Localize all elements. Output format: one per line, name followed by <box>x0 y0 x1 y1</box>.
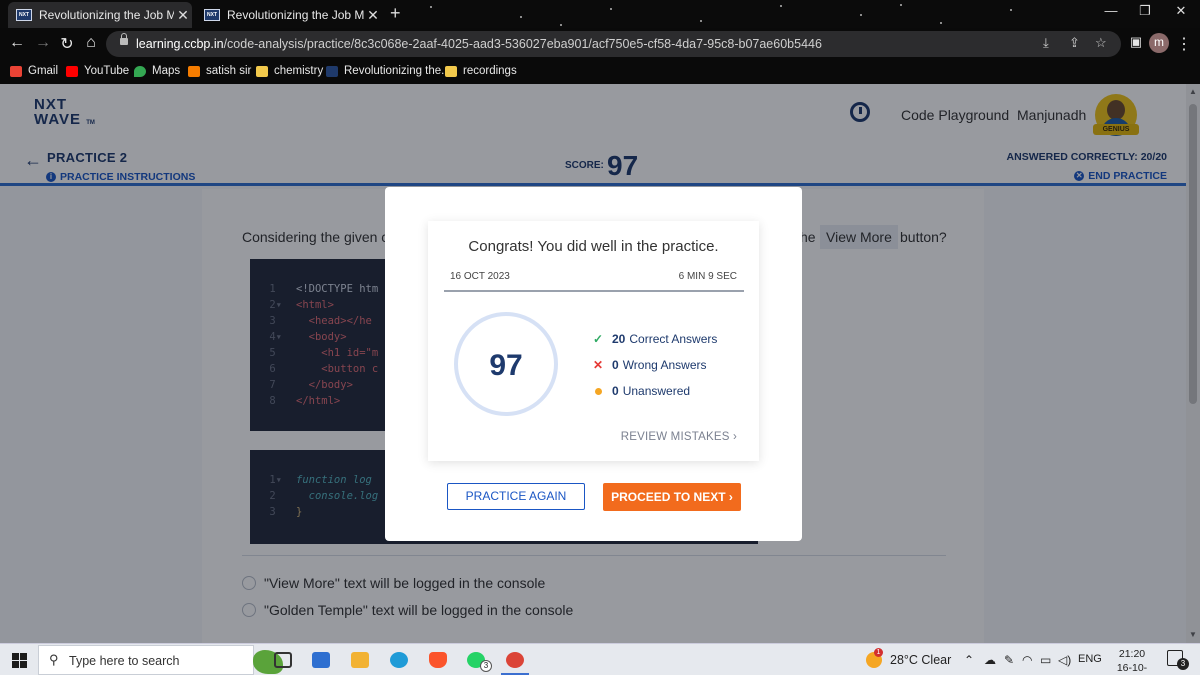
bookmark-recordings[interactable]: recordings <box>445 65 517 77</box>
taskbar-search-input[interactable]: ⚲ Type here to search <box>38 645 283 675</box>
unanswered-stat: 0 Unanswered <box>592 384 690 398</box>
chrome-icon[interactable] <box>506 652 524 668</box>
home-icon[interactable]: ⌂ <box>79 34 103 52</box>
score-ring: 97 <box>454 312 558 416</box>
cross-icon: ✕ <box>592 358 604 372</box>
new-tab-button[interactable]: + <box>390 3 401 24</box>
task-view-icon[interactable] <box>274 652 292 668</box>
tray-chevron-icon[interactable]: ⌃ <box>964 653 974 667</box>
nxtwave-favicon: NXT <box>16 9 32 21</box>
practice-again-button[interactable]: PRACTICE AGAIN <box>447 483 585 510</box>
bookmarks-bar: Gmail YouTube Maps satish sir chemistry … <box>0 60 1200 84</box>
browser-tab[interactable]: NXT Revolutionizing the Job Market ✕ <box>196 2 382 28</box>
results-card: Congrats! You did well in the practice. … <box>428 221 759 461</box>
chevron-right-icon: › <box>732 431 737 443</box>
windows-start-icon[interactable] <box>12 653 27 668</box>
file-explorer-icon[interactable] <box>351 652 369 668</box>
browser-tab-active[interactable]: NXT Revolutionizing the Job Market ✕ <box>8 2 192 28</box>
divider <box>444 290 744 292</box>
chevron-right-icon: › <box>728 490 733 504</box>
maps-icon <box>134 65 146 77</box>
install-app-icon[interactable]: ⤓ <box>1043 35 1049 51</box>
url-text: learning.ccbp.in/code-analysis/practice/… <box>136 37 822 51</box>
onedrive-icon[interactable]: ☁ <box>984 653 996 667</box>
bookmark-satish-sir[interactable]: satish sir <box>188 65 251 77</box>
bookmark-chemistry[interactable]: chemistry <box>256 65 323 77</box>
wrong-answers-stat: ✕ 0 Wrong Answers <box>592 358 707 372</box>
browser-toolbar: ← → ↻ ⌂ learning.ccbp.in/code-analysis/p… <box>0 28 1200 60</box>
lock-icon[interactable] <box>120 33 128 45</box>
correct-answers-stat: ✓ 20 Correct Answers <box>592 332 718 346</box>
weather-badge: 1 <box>874 648 883 657</box>
back-icon[interactable]: ← <box>5 34 29 52</box>
tab-close-icon[interactable]: ✕ <box>364 7 382 24</box>
wifi-icon[interactable]: ◠ <box>1022 653 1032 667</box>
whatsapp-badge: 3 <box>480 660 492 672</box>
bookmark-gmail[interactable]: Gmail <box>10 65 58 77</box>
windows-taskbar: ⚲ Type here to search 3 1 28°C Clear ⌃ ☁… <box>0 643 1200 675</box>
notifications-badge: 3 <box>1177 658 1189 670</box>
volume-icon[interactable]: ◁) <box>1058 653 1071 667</box>
bookmark-star-icon[interactable]: ☆ <box>1095 35 1107 51</box>
battery-icon[interactable]: ▭ <box>1040 653 1051 667</box>
practice-duration: 6 MIN 9 SEC <box>678 271 737 282</box>
address-bar[interactable]: learning.ccbp.in/code-analysis/practice/… <box>106 31 1121 57</box>
score-value: 97 <box>489 349 523 382</box>
tab-close-icon[interactable]: ✕ <box>174 7 192 24</box>
bookmark-youtube[interactable]: YouTube <box>66 65 129 77</box>
bookmark-revolutionizing[interactable]: Revolutionizing the... <box>326 65 451 77</box>
tab-title: Revolutionizing the Job Market <box>39 8 174 22</box>
profile-avatar[interactable]: m <box>1149 33 1169 53</box>
mail-icon[interactable] <box>312 652 330 668</box>
youtube-icon <box>66 65 78 77</box>
bookmark-maps[interactable]: Maps <box>134 65 180 77</box>
close-window-button[interactable]: ✕ <box>1166 3 1196 19</box>
reload-icon[interactable]: ↻ <box>55 34 79 54</box>
practice-date: 16 OCT 2023 <box>450 271 510 282</box>
taskbar-clock[interactable]: 21:20 16-10-2023 <box>1106 647 1158 675</box>
tab-title: Revolutionizing the Job Market <box>227 8 364 22</box>
folder-icon <box>445 65 457 77</box>
share-icon[interactable]: ⇪ <box>1069 35 1080 51</box>
forward-icon[interactable]: → <box>31 34 55 52</box>
dot-icon <box>592 384 604 398</box>
browser-tab-bar: NXT Revolutionizing the Job Market ✕ NXT… <box>0 0 1200 28</box>
maximize-button[interactable]: ❐ <box>1130 3 1160 19</box>
check-icon: ✓ <box>592 332 604 346</box>
edge-icon[interactable] <box>390 652 408 668</box>
nxtwave-favicon <box>326 65 338 77</box>
folder-icon <box>256 65 268 77</box>
brave-icon[interactable] <box>429 652 447 668</box>
side-panel-icon[interactable]: ▣ <box>1124 34 1148 50</box>
results-modal: Congrats! You did well in the practice. … <box>385 187 802 541</box>
review-mistakes-link[interactable]: REVIEW MISTAKES › <box>621 431 737 443</box>
language-indicator[interactable]: ENG <box>1078 653 1102 665</box>
weather-text[interactable]: 28°C Clear <box>890 653 951 667</box>
search-icon: ⚲ <box>49 652 59 667</box>
minimize-button[interactable]: — <box>1096 3 1126 18</box>
pen-icon[interactable]: ✎ <box>1004 653 1014 667</box>
gmail-icon <box>10 65 22 77</box>
proceed-to-next-button[interactable]: PROCEED TO NEXT › <box>603 483 741 511</box>
congrats-message: Congrats! You did well in the practice. <box>468 238 719 255</box>
nxtwave-favicon: NXT <box>204 9 220 21</box>
browser-menu-icon[interactable]: ⋮ <box>1172 34 1196 54</box>
blogger-icon <box>188 65 200 77</box>
